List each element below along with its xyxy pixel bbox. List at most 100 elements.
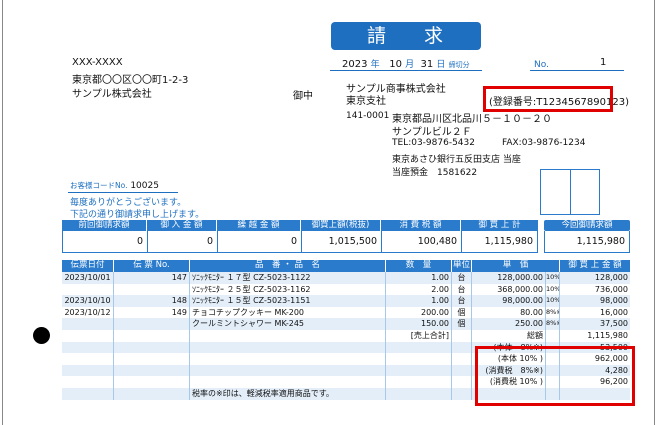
cell-qty: 2.00 — [386, 283, 452, 296]
grand-total-cell: 1,115,980 — [544, 231, 630, 253]
cell-qty — [386, 364, 452, 377]
cell-date — [62, 341, 114, 354]
cell-name: ｿﾆｯｸﾓﾆﾀｰ ２５型 CZ-5023-1162 — [190, 283, 386, 296]
cell-no — [114, 364, 190, 377]
cell-name: 税率の※印は、軽減税率適用商品です。 — [190, 387, 386, 400]
date-month: 10 — [389, 59, 402, 70]
customer-code-label: お客様コードNo. — [70, 181, 128, 190]
cell-price: 250.00 — [472, 318, 546, 330]
summary-header-prev: 前回御請求額 — [62, 220, 147, 231]
summary-header-total: 御 買 上 計 — [478, 220, 521, 230]
cell-unit: 個 — [452, 318, 472, 330]
summary-header: 前回御請求額 御 入 金 額 繰 越 金 額 御買上額(税抜) 消 費 税 額 … — [62, 220, 538, 231]
summary-carry: 0 — [218, 231, 302, 252]
col-unit: 単位 — [452, 260, 472, 272]
table-row: クールミントシャワー MK-245150.00個250.008%※ 37,500 — [62, 318, 630, 330]
cell-date: 2023/10/12 — [62, 306, 114, 319]
cell-no: 149 — [114, 306, 190, 319]
tax-breakdown-highlight — [475, 346, 635, 406]
col-amount: 御 買 上 金 額 — [568, 260, 622, 270]
cell-date: 2023/10/10 — [62, 295, 114, 307]
cell-tax: 8%※ — [546, 318, 560, 330]
cell-unit — [452, 329, 472, 342]
cell-name: ｿﾆｯｸﾓﾆﾀｰ １７型 CZ-5023-1122 — [190, 272, 386, 284]
summary-values: 0 0 0 1,015,500 100,480 1,115,980 — [62, 231, 538, 253]
date-year-label: 年 — [370, 60, 380, 70]
cell-no — [114, 376, 190, 388]
cell-unit — [452, 387, 472, 400]
table-row: 2023/10/12 149 チョコチップクッキー MK-200 200.00 個 80.… — [62, 306, 630, 319]
date-day-label: 日 — [436, 60, 446, 70]
table-row: 2023/10/10 148 ｿﾆｯｸﾓﾆﾀｰ １５型 CZ-5023-1151 1.… — [62, 295, 630, 307]
cell-no — [114, 341, 190, 354]
invoice-title: 請 求 書 — [331, 22, 481, 75]
issuer-tel: TEL:03-9876-5432 — [392, 138, 475, 148]
cell-price: 128,000.00 — [472, 272, 546, 284]
cell-name — [190, 376, 386, 388]
cell-qty: [売上合計] — [386, 329, 452, 342]
cell-unit: 台 — [452, 283, 472, 296]
cell-no: 147 — [114, 272, 190, 284]
cell-name: ｿﾆｯｸﾓﾆﾀｰ １５型 CZ-5023-1151 — [190, 295, 386, 307]
cell-qty: 1.00 — [386, 295, 452, 307]
summary-paid: 0 — [148, 231, 218, 252]
grand-total-value: 1,115,980 — [576, 236, 625, 247]
cell-no — [114, 318, 190, 330]
cell-date — [62, 318, 114, 330]
cell-qty: 200.00 — [386, 306, 452, 319]
cell-qty — [386, 353, 452, 365]
cell-amt: 16,000 — [600, 307, 628, 317]
cell-name — [190, 329, 386, 342]
grand-total-label: 今回御請求額 — [561, 220, 613, 230]
issuer-address-2: サンプルビル２Ｆ — [392, 127, 472, 138]
cell-qty — [386, 376, 452, 388]
customer-code-value: 10025 — [130, 181, 159, 191]
cell-unit — [452, 364, 472, 377]
cell-tax: 10% — [546, 283, 560, 296]
col-date: 伝票日付 — [62, 260, 114, 272]
summary-tax: 100,480 — [382, 231, 462, 252]
cell-unit — [452, 353, 472, 365]
cell-date: 2023/10/01 — [62, 272, 114, 284]
cell-price: 98,000.00 — [472, 295, 546, 307]
issuer-fax: FAX:03-9876-1234 — [502, 138, 586, 148]
summary-prev: 0 — [63, 231, 148, 252]
cell-unit: 台 — [452, 295, 472, 307]
table-row: [売上合計] 総額 1,115,980 — [62, 329, 630, 342]
cell-unit — [452, 376, 472, 388]
customer-code: お客様コードNo. 10025 — [70, 180, 159, 191]
summary-header-paid: 御 入 金 額 — [147, 220, 217, 231]
cell-price: 総額 — [472, 329, 546, 342]
col-slip-no: 伝 票 No. — [114, 260, 190, 272]
recipient-name: サンプル株式会社 — [72, 89, 152, 100]
summary-header-carry: 繰 越 金 額 — [217, 220, 301, 231]
cell-unit — [452, 341, 472, 354]
cell-no — [114, 329, 190, 342]
cell-name — [190, 364, 386, 377]
cell-amt: 736,000 — [594, 284, 628, 294]
grand-total-header: 今回御請求額 — [544, 220, 630, 231]
cell-amt: 98,000 — [600, 296, 628, 306]
punch-hole-dot — [33, 327, 50, 344]
cell-qty — [386, 387, 452, 400]
cell-price: 80.00 — [472, 306, 546, 319]
cell-name — [190, 341, 386, 354]
cell-tax: 10% — [546, 295, 560, 307]
cell-no — [114, 353, 190, 365]
issuer-account: 当座預金 1581622 — [392, 168, 478, 178]
col-price: 単 価 — [472, 260, 560, 272]
recipient-postal: XXX-XXXX — [72, 57, 123, 68]
date-day: 31 — [420, 59, 434, 70]
recipient-honorific: 御中 — [293, 91, 313, 102]
cell-date — [62, 364, 114, 377]
date-year: 2023 — [342, 59, 368, 70]
summary-sales: 1,015,500 — [302, 231, 382, 252]
cell-name — [190, 353, 386, 365]
greeting-2: 下記の通り御請求申し上げます。 — [70, 210, 205, 220]
cell-no — [114, 283, 190, 296]
cell-tax: 8%※ — [546, 306, 560, 319]
col-item: 品 番 ・ 品 名 — [190, 260, 386, 272]
cell-unit: 台 — [452, 272, 472, 284]
cell-date — [62, 387, 114, 400]
issue-date: 2023 年 10 月 31 日 締切分 — [342, 57, 470, 70]
